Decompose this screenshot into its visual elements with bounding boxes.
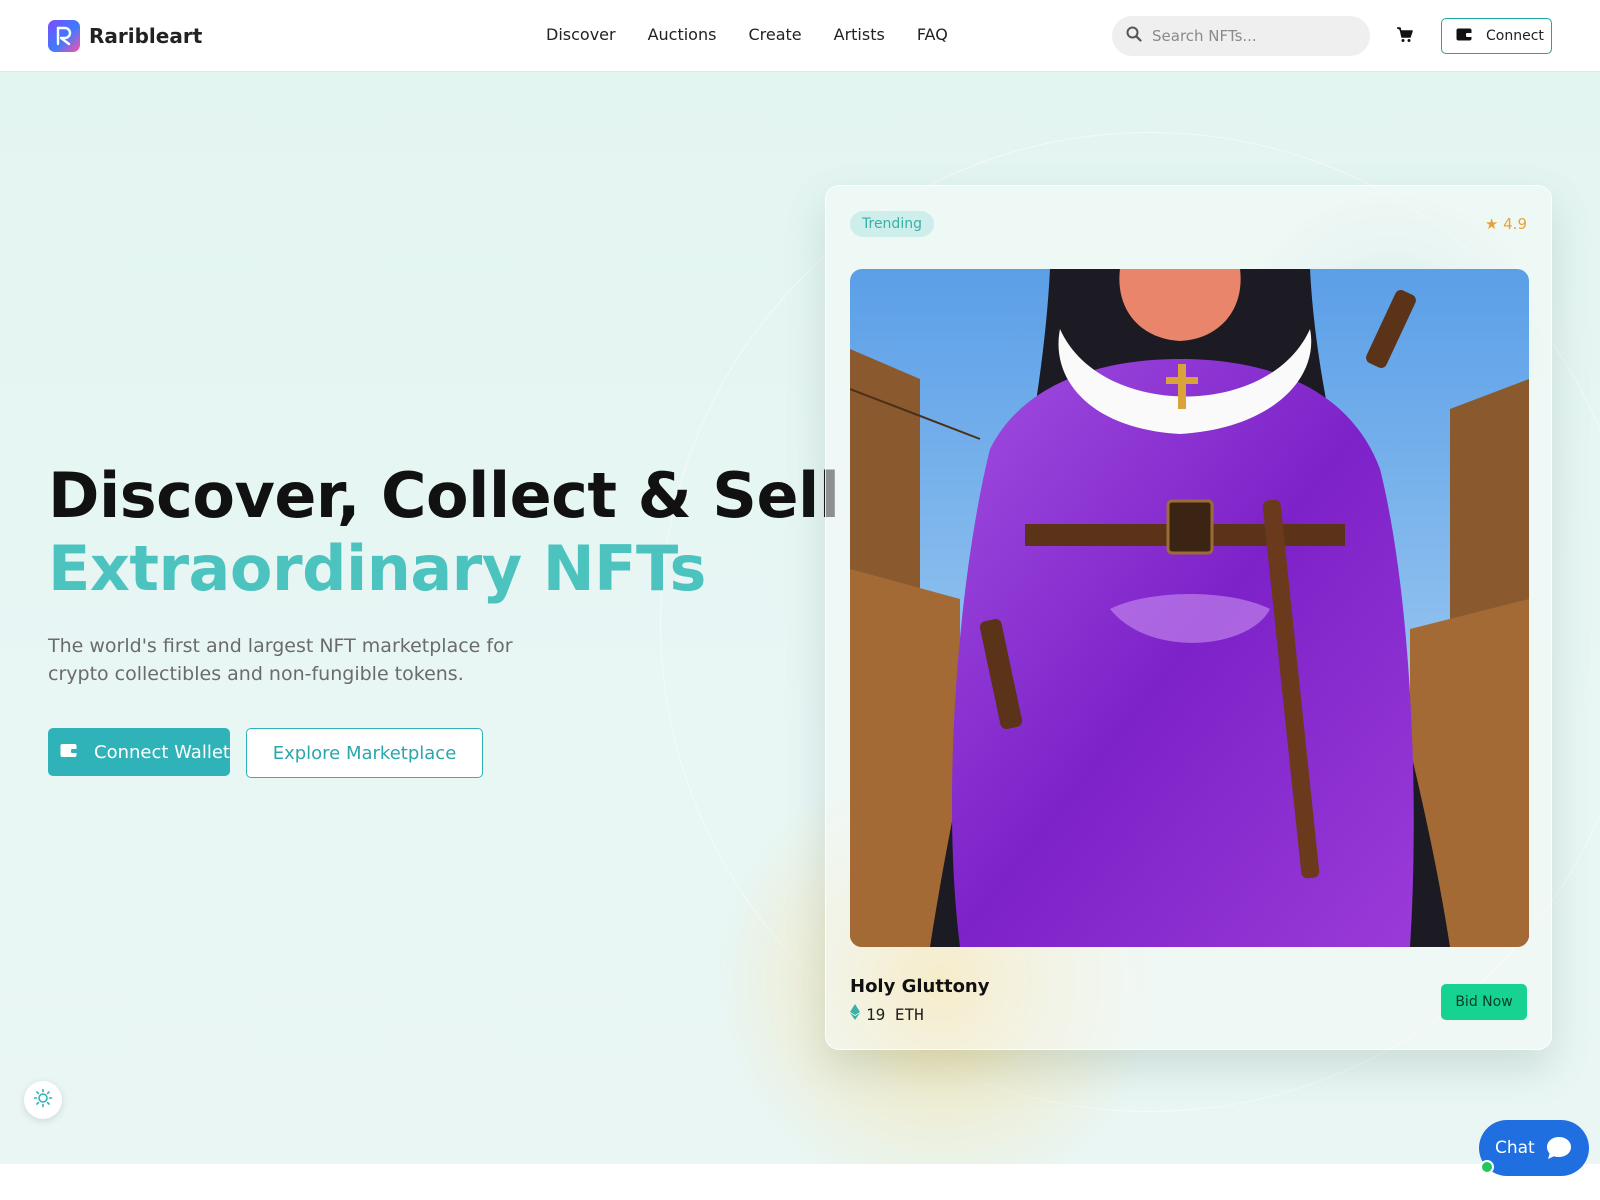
explore-marketplace-button[interactable]: Explore Marketplace: [246, 728, 483, 778]
theme-toggle-button[interactable]: [24, 1081, 62, 1119]
featured-nft-card[interactable]: Trending ★ 4.9 Holy Gluttony 19 ETH Bid …: [825, 185, 1552, 1050]
price-value: 19 ETH: [866, 1004, 924, 1024]
chat-label: Chat: [1495, 1138, 1535, 1158]
nft-title: Holy Gluttony: [850, 976, 990, 997]
nav-item-discover[interactable]: Discover: [546, 25, 616, 44]
hero-section: Discover, Collect & Sell Extraordinary N…: [0, 72, 1600, 1164]
wallet-icon: [1456, 27, 1472, 45]
bid-now-button[interactable]: Bid Now: [1441, 984, 1527, 1020]
nav-item-faq[interactable]: FAQ: [917, 25, 948, 44]
main-nav: Discover Auctions Create Artists FAQ: [546, 25, 980, 44]
search-input[interactable]: [1152, 27, 1352, 45]
chat-bubble-icon: [1541, 1130, 1577, 1166]
brand-name: Raribleart: [89, 24, 203, 48]
online-status-dot: [1480, 1160, 1494, 1174]
nav-item-auctions[interactable]: Auctions: [648, 25, 717, 44]
bid-now-label: Bid Now: [1455, 994, 1513, 1010]
hero-subtitle: The world's first and largest NFT market…: [48, 635, 513, 685]
nav-item-create[interactable]: Create: [748, 25, 801, 44]
logo-icon: [48, 20, 80, 52]
hero-title: Discover, Collect & Sell: [48, 459, 840, 532]
explore-marketplace-label: Explore Marketplace: [272, 742, 457, 764]
search-box[interactable]: [1112, 16, 1370, 56]
connect-wallet-button[interactable]: Connect Wallet: [48, 728, 230, 776]
sun-icon: [33, 1088, 53, 1112]
nav-item-artists[interactable]: Artists: [834, 25, 885, 44]
cart-icon[interactable]: [1396, 26, 1416, 46]
hero-title-highlight: Extraordinary NFTs: [48, 532, 706, 605]
connect-wallet-label: Connect Wallet: [94, 741, 230, 763]
trending-badge: Trending: [850, 211, 934, 237]
nft-price: 19 ETH: [850, 1004, 924, 1024]
top-navbar: Raribleart Discover Auctions Create Arti…: [0, 0, 1600, 72]
wallet-icon: [60, 742, 78, 763]
rating: ★ 4.9: [1484, 215, 1527, 233]
ethereum-icon: [850, 1004, 860, 1024]
search-icon: [1126, 26, 1142, 46]
nft-artwork[interactable]: [850, 269, 1529, 947]
brand-logo[interactable]: Raribleart: [48, 20, 202, 52]
header-connect-button[interactable]: Connect: [1441, 18, 1552, 54]
connect-label: Connect: [1486, 28, 1544, 44]
chat-button[interactable]: Chat: [1479, 1120, 1589, 1176]
